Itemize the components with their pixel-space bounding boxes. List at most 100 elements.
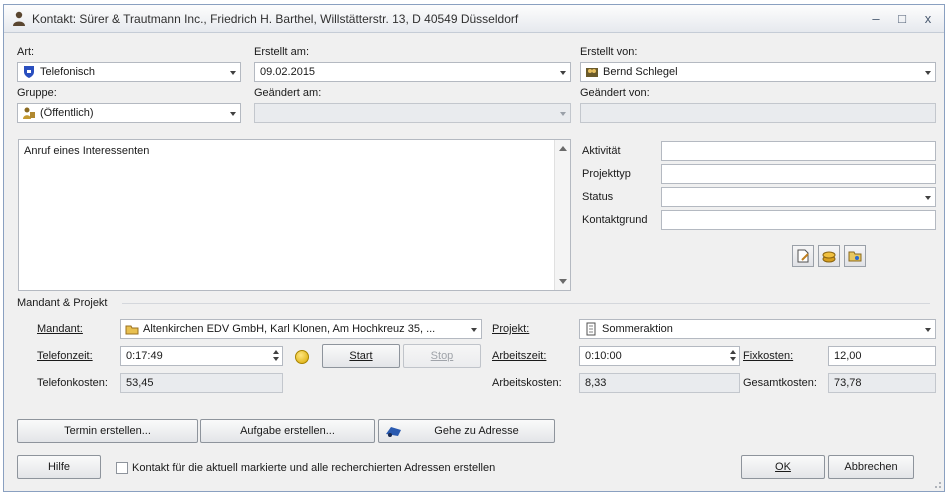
telefonzeit-stepper[interactable]: 0:17:49 bbox=[120, 346, 283, 366]
gruppe-value: (Öffentlich) bbox=[40, 107, 94, 119]
coins-icon bbox=[822, 251, 836, 263]
aufgabe-erstellen-label: Aufgabe erstellen... bbox=[240, 425, 335, 437]
telefonkosten-field: 53,45 bbox=[120, 373, 283, 393]
hilfe-button[interactable]: Hilfe bbox=[17, 455, 101, 479]
scroll-down-icon[interactable] bbox=[559, 279, 567, 284]
mandant-label: Mandant: bbox=[37, 323, 83, 335]
start-button[interactable]: Start bbox=[322, 344, 400, 368]
maximize-button[interactable]: □ bbox=[892, 10, 912, 28]
notes-text: Anruf eines Interessenten bbox=[24, 145, 150, 157]
chevron-down-icon[interactable] bbox=[226, 63, 240, 81]
hilfe-label: Hilfe bbox=[47, 461, 70, 473]
gruppe-select[interactable]: (Öffentlich) bbox=[17, 103, 241, 123]
gehe-zu-adresse-button[interactable]: Gehe zu Adresse bbox=[378, 419, 555, 443]
spin-arrows-icon[interactable] bbox=[271, 348, 281, 364]
telefonkosten-value: 53,45 bbox=[126, 377, 154, 389]
projekttyp-label: Projekttyp bbox=[582, 168, 631, 180]
erstellt-am-value: 09.02.2015 bbox=[260, 66, 316, 78]
chevron-down-icon[interactable] bbox=[921, 188, 935, 206]
address-checkbox[interactable] bbox=[116, 462, 128, 474]
erstellt-von-label: Erstellt von: bbox=[580, 46, 638, 58]
title-bar[interactable]: Kontakt: Sürer & Trautmann Inc., Friedri… bbox=[4, 5, 944, 33]
telefonkosten-label: Telefonkosten: bbox=[37, 377, 108, 389]
geaendert-am-label: Geändert am: bbox=[254, 87, 322, 99]
mandant-projekt-group-label: Mandant & Projekt bbox=[17, 297, 108, 309]
chevron-down-icon bbox=[556, 104, 570, 122]
spin-arrows-icon[interactable] bbox=[728, 348, 738, 364]
aufgabe-erstellen-button[interactable]: Aufgabe erstellen... bbox=[200, 419, 375, 443]
gruppe-label: Gruppe: bbox=[17, 87, 57, 99]
arbeitskosten-field: 8,33 bbox=[579, 373, 740, 393]
projekt-label: Projekt: bbox=[492, 323, 530, 335]
erstellt-von-value: Bernd Schlegel bbox=[603, 66, 678, 78]
erstellt-am-label: Erstellt am: bbox=[254, 46, 310, 58]
fixkosten-input[interactable]: 12,00 bbox=[828, 346, 936, 366]
erstellt-von-select[interactable]: Bernd Schlegel bbox=[580, 62, 936, 82]
arbeitskosten-value: 8,33 bbox=[585, 377, 607, 389]
notes-textarea[interactable]: Anruf eines Interessenten bbox=[18, 139, 571, 291]
coins-button[interactable] bbox=[818, 245, 840, 267]
scroll-up-icon[interactable] bbox=[559, 146, 567, 151]
art-value: Telefonisch bbox=[40, 66, 96, 78]
termin-erstellen-button[interactable]: Termin erstellen... bbox=[17, 419, 198, 443]
arbeitskosten-label: Arbeitskosten: bbox=[492, 377, 562, 389]
aktivitaet-label: Aktivität bbox=[582, 145, 621, 157]
art-select[interactable]: Telefonisch bbox=[17, 62, 241, 82]
arbeitszeit-stepper[interactable]: 0:10:00 bbox=[579, 346, 740, 366]
kontaktgrund-label: Kontaktgrund bbox=[582, 214, 648, 226]
group-icon bbox=[23, 107, 35, 119]
chevron-down-icon[interactable] bbox=[921, 63, 935, 81]
chevron-down-icon[interactable] bbox=[921, 320, 935, 338]
document-edit-icon bbox=[797, 249, 809, 263]
stop-label: Stop bbox=[430, 350, 454, 362]
folder-hand-icon bbox=[125, 325, 139, 335]
group-divider bbox=[122, 303, 930, 304]
status-label: Status bbox=[582, 191, 614, 203]
phone-shield-icon bbox=[24, 66, 34, 78]
ok-button[interactable]: OK bbox=[741, 455, 825, 479]
resize-grip-icon[interactable] bbox=[932, 479, 942, 489]
geaendert-am-date bbox=[254, 103, 571, 123]
contact-dialog: Kontakt: Sürer & Trautmann Inc., Friedri… bbox=[3, 4, 945, 492]
projekt-select[interactable]: Sommeraktion bbox=[579, 319, 936, 339]
chevron-down-icon[interactable] bbox=[467, 320, 481, 338]
status-select[interactable] bbox=[661, 187, 936, 207]
abbrechen-button[interactable]: Abbrechen bbox=[828, 455, 914, 479]
telefonzeit-value: 0:17:49 bbox=[126, 350, 163, 362]
start-label: Start bbox=[349, 350, 373, 362]
projekt-value: Sommeraktion bbox=[602, 323, 673, 335]
geaendert-von-field bbox=[580, 103, 936, 123]
termin-erstellen-label: Termin erstellen... bbox=[64, 425, 151, 437]
address-checkbox-label[interactable]: Kontakt für die aktuell markierte und al… bbox=[132, 462, 495, 474]
arbeitszeit-value: 0:10:00 bbox=[585, 350, 622, 362]
kontaktgrund-input[interactable] bbox=[661, 210, 936, 230]
chevron-down-icon[interactable] bbox=[226, 104, 240, 122]
status-light-icon bbox=[295, 350, 309, 364]
geaendert-von-label: Geändert von: bbox=[580, 87, 650, 99]
gesamtkosten-label: Gesamtkosten: bbox=[743, 377, 817, 389]
window-title: Kontakt: Sürer & Trautmann Inc., Friedri… bbox=[32, 12, 519, 26]
aktivitaet-input[interactable] bbox=[661, 141, 936, 161]
gesamtkosten-field: 73,78 bbox=[828, 373, 936, 393]
projekttyp-input[interactable] bbox=[661, 164, 936, 184]
notes-scrollbar[interactable] bbox=[554, 140, 570, 290]
mandant-select[interactable]: Altenkirchen EDV GmbH, Karl Klonen, Am H… bbox=[120, 319, 482, 339]
fixkosten-value: 12,00 bbox=[834, 350, 862, 362]
erstellt-am-date[interactable]: 09.02.2015 bbox=[254, 62, 571, 82]
close-button[interactable]: x bbox=[918, 10, 938, 28]
folder-link-button[interactable] bbox=[844, 245, 866, 267]
abbrechen-label: Abbrechen bbox=[844, 461, 898, 473]
folder-link-icon bbox=[848, 251, 862, 262]
person-icon bbox=[13, 11, 25, 26]
users-icon bbox=[586, 68, 598, 77]
art-label: Art: bbox=[17, 46, 35, 58]
minimize-button[interactable]: – bbox=[866, 10, 886, 28]
fixkosten-label: Fixkosten: bbox=[743, 350, 794, 362]
car-arrow-icon bbox=[386, 427, 401, 437]
project-document-icon bbox=[586, 322, 596, 336]
gehe-zu-adresse-label: Gehe zu Adresse bbox=[434, 425, 519, 437]
telefonzeit-label: Telefonzeit: bbox=[37, 350, 93, 362]
chevron-down-icon[interactable] bbox=[556, 63, 570, 81]
arbeitszeit-label: Arbeitszeit: bbox=[492, 350, 547, 362]
document-edit-button[interactable] bbox=[792, 245, 814, 267]
